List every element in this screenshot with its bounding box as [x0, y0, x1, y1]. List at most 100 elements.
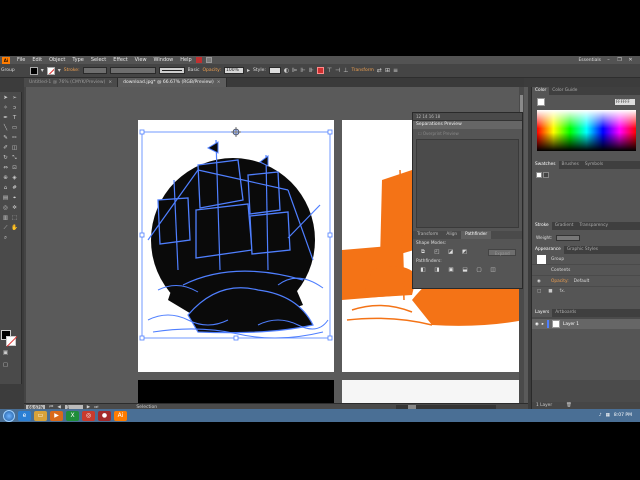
artboard-bottom-left[interactable]: [138, 380, 334, 403]
close-tab-icon[interactable]: ×: [217, 80, 221, 85]
tab-color[interactable]: Color: [532, 87, 550, 95]
minus-back-icon[interactable]: ◫: [489, 267, 497, 274]
layer-row[interactable]: ◉ ▸ Layer 1: [532, 319, 640, 329]
transform-link[interactable]: Transform: [352, 68, 374, 73]
arrange-documents-button[interactable]: [205, 57, 212, 63]
opacity-dropdown-icon[interactable]: ▸: [247, 67, 250, 74]
blob-brush-tool-icon[interactable]: ✐: [2, 145, 9, 152]
appearance-contents-row[interactable]: Contents: [532, 265, 640, 276]
tab-transparency[interactable]: Transparency: [576, 222, 611, 230]
appearance-group-row[interactable]: Group: [532, 254, 640, 265]
clock[interactable]: 8:07 PM: [614, 413, 632, 418]
align-middle-icon[interactable]: ⊣: [335, 67, 340, 74]
lasso-tool-icon[interactable]: ↄ: [11, 105, 18, 112]
opacity-field[interactable]: 100%: [224, 67, 245, 74]
mesh-tool-icon[interactable]: #: [11, 185, 18, 192]
ie-icon[interactable]: e: [18, 410, 31, 421]
folder-icon[interactable]: ▭: [34, 410, 47, 421]
speaker-icon[interactable]: ♪: [599, 413, 602, 418]
selected-align-icon[interactable]: [316, 67, 324, 74]
color-spectrum[interactable]: [537, 110, 636, 151]
merge-icon[interactable]: ▣: [447, 267, 455, 274]
tab-swatches[interactable]: Swatches: [532, 161, 559, 169]
minus-front-icon[interactable]: ◰: [433, 249, 441, 256]
unite-icon[interactable]: ⧉: [419, 249, 427, 256]
graphic-style-field[interactable]: [268, 67, 281, 74]
exclude-icon[interactable]: ◩: [461, 249, 469, 256]
paintbrush-tool-icon[interactable]: ✎: [2, 135, 9, 142]
tab-download[interactable]: download.jpg* @ 66.67% (RGB/Preview) ×: [118, 78, 227, 87]
expand-button[interactable]: Expand: [488, 249, 516, 256]
direct-selection-tool-icon[interactable]: ➢: [11, 95, 18, 102]
artboard-ship[interactable]: [138, 120, 334, 372]
align-bottom-icon[interactable]: ⊥: [343, 67, 348, 74]
perspective-grid-tool-icon[interactable]: ⌂: [2, 185, 9, 192]
divide-icon[interactable]: ◧: [419, 267, 427, 274]
free-transform-tool-icon[interactable]: ⊡: [11, 165, 18, 172]
minimize-icon[interactable]: –: [605, 57, 612, 63]
eyedropper-tool-icon[interactable]: ⌖: [11, 195, 18, 202]
chrome-icon[interactable]: ◎: [82, 410, 95, 421]
tab-artboards[interactable]: Artboards: [552, 309, 579, 317]
hex-input[interactable]: FFFFFF: [615, 99, 635, 105]
tab-layers[interactable]: Layers: [532, 309, 553, 317]
live-paint-tool-icon[interactable]: ◈: [11, 175, 18, 182]
tab-stroke[interactable]: Stroke: [532, 222, 552, 230]
scale-tool-icon[interactable]: ⤡: [11, 155, 18, 162]
stroke-swatch[interactable]: [6, 336, 16, 346]
hand-tool-icon[interactable]: ✋: [11, 225, 18, 232]
column-graph-tool-icon[interactable]: ▥: [2, 215, 9, 222]
tab-gradient[interactable]: Gradient: [552, 222, 577, 230]
pen-tool-icon[interactable]: ✒: [2, 115, 9, 122]
restore-icon[interactable]: ❐: [616, 57, 623, 63]
layer-name[interactable]: Layer 1: [563, 322, 579, 327]
menu-help[interactable]: Help: [177, 57, 194, 63]
expand-layer-icon[interactable]: ▸: [542, 322, 544, 327]
stroke-weight-input[interactable]: [556, 235, 581, 241]
type-tool-icon[interactable]: T: [11, 115, 18, 122]
tab-symbols[interactable]: Symbols: [582, 161, 606, 169]
draw-mode-icon[interactable]: ▣: [2, 350, 9, 357]
align-top-icon[interactable]: ⊤: [327, 67, 332, 74]
menu-effect[interactable]: Effect: [110, 57, 130, 63]
eye-icon[interactable]: ◉: [535, 322, 539, 327]
swatch-registration[interactable]: [543, 172, 549, 178]
crop-icon[interactable]: ⬓: [461, 267, 469, 274]
panel-menu-icon[interactable]: ≡: [393, 67, 398, 74]
slice-tool-icon[interactable]: ⟋: [2, 225, 9, 232]
stroke-label[interactable]: Stroke:: [64, 68, 80, 73]
selection-tool-icon[interactable]: ➤: [2, 95, 9, 102]
tab-align[interactable]: Align: [442, 231, 461, 239]
menu-type[interactable]: Type: [69, 57, 86, 63]
menu-edit[interactable]: Edit: [29, 57, 45, 63]
tab-transform[interactable]: Transform: [413, 231, 442, 239]
align-right-icon[interactable]: ⊪: [309, 67, 314, 74]
opacity-label[interactable]: Opacity:: [203, 68, 222, 73]
network-icon[interactable]: ▦: [606, 413, 610, 418]
align-left-icon[interactable]: ⊫: [292, 67, 297, 74]
magic-wand-tool-icon[interactable]: ✧: [2, 105, 9, 112]
visibility-icon[interactable]: ◉: [537, 279, 546, 284]
rectangle-tool-icon[interactable]: ▭: [11, 125, 18, 132]
appearance-opacity-label[interactable]: Opacity:: [551, 279, 569, 284]
start-button[interactable]: [3, 409, 15, 422]
stroke-color-swatch[interactable]: [46, 66, 55, 75]
artboard-bottom-right[interactable]: [342, 380, 524, 403]
eraser-tool-icon[interactable]: ◫: [11, 145, 18, 152]
menu-object[interactable]: Object: [46, 57, 68, 63]
recolor-artwork-icon[interactable]: ◐: [284, 67, 289, 74]
tab-untitled[interactable]: Untitled-1 @ 76% (CMYK/Preview) ×: [24, 78, 119, 87]
width-tool-icon[interactable]: ⇔: [2, 165, 9, 172]
menu-select[interactable]: Select: [88, 57, 109, 63]
intersect-icon[interactable]: ◪: [447, 249, 455, 256]
menu-window[interactable]: Window: [151, 57, 177, 63]
close-window-icon[interactable]: ✕: [627, 57, 634, 63]
swatch-none[interactable]: [536, 172, 542, 178]
variable-width-field[interactable]: [109, 67, 156, 74]
stroke-weight-field[interactable]: [82, 67, 107, 74]
tab-appearance[interactable]: Appearance: [532, 246, 564, 254]
fill-color-swatch[interactable]: [29, 66, 38, 75]
add-fill-icon[interactable]: ■: [548, 289, 552, 294]
tab-color-guide[interactable]: Color Guide: [549, 87, 580, 95]
rotate-tool-icon[interactable]: ↻: [2, 155, 9, 162]
